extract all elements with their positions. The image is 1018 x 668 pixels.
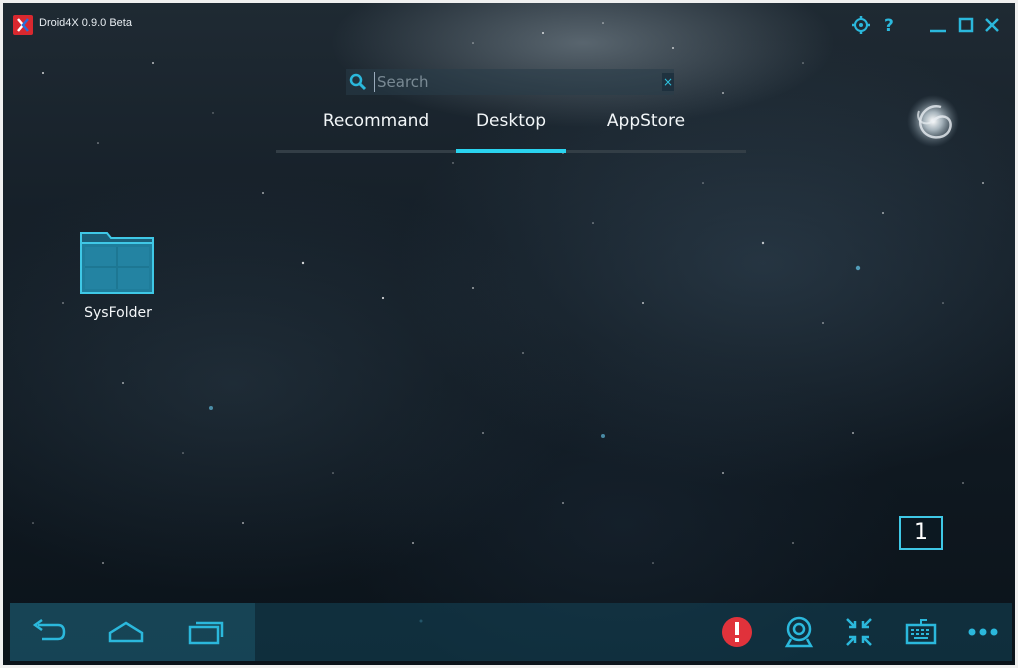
maximize-icon[interactable]	[955, 14, 977, 36]
clear-search-icon[interactable]: ×	[662, 73, 674, 91]
emulator-window: Droid4X 0.9.0 Beta ? ×	[0, 0, 1018, 668]
active-tab-indicator	[456, 149, 566, 153]
keyboard-icon[interactable]	[901, 615, 941, 649]
recent-apps-icon[interactable]	[186, 615, 226, 649]
page-indicator[interactable]: 1	[899, 516, 943, 550]
home-icon[interactable]	[106, 615, 146, 649]
webcam-icon[interactable]	[779, 615, 819, 649]
minimize-icon[interactable]	[927, 14, 949, 36]
navigation-bar	[10, 603, 1012, 661]
droid4x-logo-icon	[13, 15, 33, 35]
tab-appstore[interactable]: AppStore	[581, 107, 711, 147]
title-bar: Droid4X 0.9.0 Beta ?	[3, 3, 1015, 45]
galaxy-icon[interactable]	[903, 93, 963, 153]
tab-recommand[interactable]: Recommand	[311, 107, 441, 147]
svg-text:?: ?	[884, 16, 894, 36]
back-icon[interactable]	[28, 615, 68, 649]
alert-icon[interactable]	[717, 615, 757, 649]
folder-label: SysFolder	[84, 305, 152, 321]
window-title: Droid4X 0.9.0 Beta	[39, 17, 132, 29]
search-bar: ×	[346, 69, 674, 95]
help-icon[interactable]: ?	[878, 14, 900, 36]
shrink-icon[interactable]	[839, 615, 879, 649]
sysfolder-shortcut[interactable]: SysFolder	[73, 227, 163, 327]
folder-icon	[80, 232, 154, 294]
search-icon	[349, 73, 367, 91]
tab-desktop[interactable]: Desktop	[456, 107, 566, 147]
close-icon[interactable]	[981, 14, 1003, 36]
settings-icon[interactable]	[850, 14, 872, 36]
more-icon[interactable]	[963, 615, 1003, 649]
search-input[interactable]	[374, 72, 657, 92]
tab-bar: Recommand Desktop AppStore	[276, 107, 746, 153]
stars-layer	[32, 22, 984, 623]
